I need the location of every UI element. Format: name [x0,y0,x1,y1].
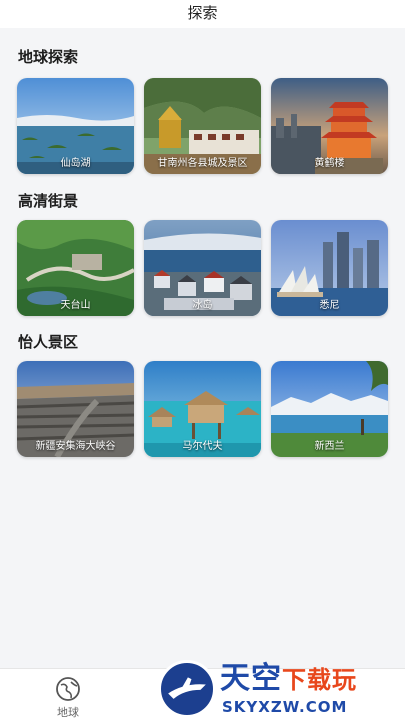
watermark-url: SKYXZW.COM [222,698,348,716]
watermark-title-main: 天空 [220,661,282,696]
card-tiantai-mountain[interactable]: 天台山 [17,220,134,316]
explore-content: 地球探索 仙岛湖 甘南州各县城及景区 黄鹤楼 高清街景 天台山 冰岛 悉尼 怡人… [0,28,405,668]
section-title-earth-explore: 地球探索 [18,48,79,66]
card-label: 新西兰 [314,441,345,452]
card-label: 新疆安集海大峡谷 [35,441,116,452]
watermark-logo [158,660,216,718]
earth-icon [56,677,80,701]
tab-earth-label: 地球 [57,706,79,719]
card-iceland[interactable]: 冰岛 [144,220,261,316]
watermark-title: 天空下载玩 [220,662,357,697]
card-xinjiang-canyon[interactable]: 新疆安集海大峡谷 [17,361,134,457]
section-title-hd-street-view: 高清街景 [18,192,79,210]
card-maldives[interactable]: 马尔代夫 [144,361,261,457]
card-label: 天台山 [60,300,91,311]
airplane-icon [168,677,206,699]
card-new-zealand[interactable]: 新西兰 [271,361,388,457]
card-gannan[interactable]: 甘南州各县城及景区 [144,78,261,174]
card-label: 悉尼 [319,300,340,311]
card-label: 仙岛湖 [60,158,91,169]
card-sydney[interactable]: 悉尼 [271,220,388,316]
card-xiandao-lake[interactable]: 仙岛湖 [17,78,134,174]
site-watermark: 天空下载玩 SKYXZW.COM [158,658,405,720]
tab-earth[interactable]: 地球 [45,675,91,719]
page-title: 探索 [187,4,218,22]
card-label: 马尔代夫 [182,441,223,452]
card-label: 黄鹤楼 [314,158,345,169]
page-header: 探索 [0,0,405,28]
card-label: 冰岛 [192,300,213,311]
card-label: 甘南州各县城及景区 [157,158,248,169]
watermark-title-accent: 下载玩 [282,666,357,694]
card-yellow-crane-tower[interactable]: 黄鹤楼 [271,78,388,174]
section-title-scenic-spots: 怡人景区 [18,333,79,351]
